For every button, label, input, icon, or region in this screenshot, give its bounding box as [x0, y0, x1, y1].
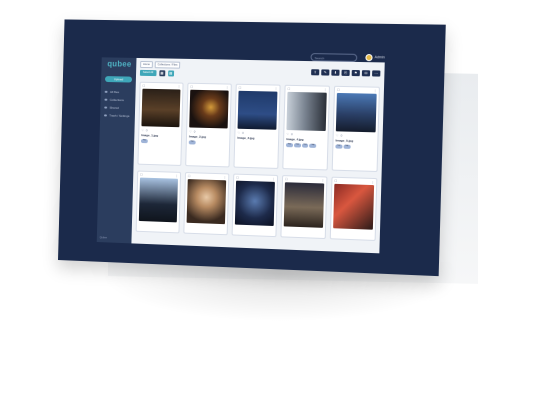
more-icon[interactable]: ⋯	[372, 70, 380, 76]
mail-icon[interactable]: ✉	[362, 70, 370, 76]
grid-view-icon[interactable]: ▦	[159, 70, 165, 76]
breadcrumb-item[interactable]: Collections / Files	[155, 61, 181, 68]
sidebar-item-label: Shared	[109, 106, 118, 110]
like-count: 0	[146, 128, 148, 132]
asset-card[interactable]: ☐ ⋮ ♡ 0 Image_4.jpg tag tag tag tag	[282, 85, 330, 171]
checkbox-icon[interactable]: ☐	[239, 86, 242, 90]
more-icon[interactable]: ⋮	[175, 174, 178, 178]
breadcrumb-item[interactable]: Home	[140, 61, 153, 68]
heart-icon[interactable]: ♡	[286, 132, 289, 136]
tag-list: tag	[139, 138, 181, 145]
like-count: 0	[291, 132, 293, 136]
asset-card[interactable]: ☐ ⋮ ♡ 0 Image_1.jpg tag	[137, 82, 183, 166]
more-icon[interactable]: ⋮	[321, 178, 324, 182]
sidebar-item-label: Collections	[110, 98, 124, 102]
sidebar-item-label: All files	[110, 90, 119, 94]
checkbox-icon[interactable]: ☐	[285, 177, 288, 181]
gear-icon	[104, 114, 106, 117]
tag-badge[interactable]: tag	[294, 143, 301, 147]
tag-badge[interactable]: tag	[335, 144, 342, 148]
heart-icon[interactable]: ♡	[237, 131, 240, 135]
like-count: 0	[340, 133, 342, 137]
asset-card[interactable]: ☐ ⋮	[136, 171, 181, 234]
checkbox-icon[interactable]: ☐	[334, 179, 337, 183]
heart-icon[interactable]: ♡	[336, 133, 339, 137]
asset-thumbnail[interactable]	[187, 179, 227, 224]
asset-thumbnail[interactable]	[333, 184, 374, 230]
asset-card[interactable]: ☐ ⋮	[330, 177, 378, 241]
asset-thumbnail[interactable]	[238, 91, 278, 130]
asset-thumbnail[interactable]	[139, 178, 178, 223]
checkbox-icon[interactable]: ☐	[142, 84, 145, 88]
heart-icon[interactable]: ♡	[189, 129, 192, 133]
checkbox-icon[interactable]: ☐	[140, 173, 143, 177]
asset-thumbnail[interactable]	[141, 89, 180, 128]
breadcrumb: Home Collections / Files	[140, 61, 180, 69]
device-frame: Search Admin qubee Upload All files Coll…	[58, 19, 446, 276]
list-view-icon[interactable]: ▤	[168, 70, 174, 76]
asset-thumbnail[interactable]	[235, 181, 275, 226]
folder-icon	[105, 91, 107, 94]
heart-icon[interactable]: ♡	[141, 128, 144, 132]
sidebar-nav: All files Collections Shared Trash / Set…	[104, 88, 134, 120]
like-count: 0	[242, 131, 244, 135]
upload-icon[interactable]: ⇪	[311, 69, 319, 75]
tag-badge[interactable]: tag	[343, 145, 350, 149]
select-all-button[interactable]: Select All	[140, 70, 156, 76]
asset-card[interactable]: ☐ ⋮	[232, 174, 279, 238]
asset-thumbnail[interactable]	[189, 90, 228, 129]
checkbox-icon[interactable]: ☐	[190, 85, 193, 89]
sidebar-item-settings[interactable]: Trash / Settings	[104, 111, 133, 120]
sidebar-footer: Qubee	[100, 236, 107, 239]
asset-thumbnail[interactable]	[284, 182, 325, 228]
asset-card[interactable]: ☐ ⋮ ♡ 0 Image_5.jpg tag tag	[332, 86, 380, 172]
checkbox-icon[interactable]: ☐	[188, 174, 191, 178]
more-icon[interactable]: ⋮	[374, 89, 377, 93]
asset-card[interactable]: ☐ ⋮	[280, 175, 327, 239]
file-name[interactable]: Image_3.jpg	[235, 135, 278, 142]
more-icon[interactable]: ⋮	[274, 87, 277, 91]
tag-badge[interactable]: tag	[286, 143, 293, 147]
tag-badge[interactable]: tag	[141, 139, 148, 143]
asset-thumbnail[interactable]	[336, 93, 377, 132]
tag-badge[interactable]: tag	[309, 144, 316, 148]
sidebar: qubee Upload All files Collections Share…	[97, 57, 137, 243]
checkbox-icon[interactable]: ☐	[236, 176, 239, 180]
tag-badge[interactable]: tag	[189, 140, 196, 144]
more-icon[interactable]: ⋮	[178, 84, 181, 88]
more-icon[interactable]: ⋮	[371, 180, 374, 184]
collection-icon	[104, 98, 106, 101]
more-icon[interactable]: ⋮	[272, 177, 275, 181]
more-icon[interactable]: ⋮	[324, 88, 327, 92]
asset-card[interactable]: ☐ ⋮ ♡ 0 Image_3.jpg	[233, 84, 280, 169]
edit-icon[interactable]: ✎	[321, 69, 329, 75]
checkbox-icon[interactable]: ☐	[337, 88, 340, 92]
app-logo[interactable]: qubee	[107, 59, 131, 68]
asset-thumbnail[interactable]	[286, 92, 326, 131]
download-icon[interactable]: ⬇	[331, 70, 339, 76]
asset-card[interactable]: ☐ ⋮ ♡ 0 Image_2.jpg tag	[185, 83, 232, 168]
main-content: Home Collections / Files Select All ▦ ▤ …	[133, 58, 384, 253]
more-icon[interactable]: ⋮	[226, 86, 229, 90]
asset-grid: ☐ ⋮ ♡ 0 Image_1.jpg tag ☐ ⋮ ♡ 0 Image_2.jpg tag ☐ ⋮ ♡ 0…	[136, 82, 382, 241]
product-mockup: Search Admin qubee Upload All files Coll…	[0, 0, 552, 414]
action-toolbar: ⇪ ✎ ⬇ ⎘ ⚑ ✉ ⋯	[311, 69, 380, 76]
upload-button[interactable]: Upload	[105, 76, 132, 82]
copy-icon[interactable]: ⎘	[341, 70, 349, 76]
flag-icon[interactable]: ⚑	[352, 70, 360, 76]
avatar[interactable]	[365, 54, 372, 61]
sidebar-item-label: Trash / Settings	[109, 114, 129, 118]
checkbox-icon[interactable]: ☐	[287, 87, 290, 91]
selection-toolbar: Select All ▦ ▤	[140, 70, 174, 77]
tag-badge[interactable]: tag	[302, 144, 309, 148]
share-icon	[104, 106, 106, 109]
tag-list: tag tag tag tag	[284, 142, 327, 149]
user-name[interactable]: Admin	[375, 55, 385, 59]
asset-card[interactable]: ☐ ⋮	[183, 172, 229, 235]
tag-list: tag tag	[333, 143, 377, 150]
more-icon[interactable]: ⋮	[223, 175, 226, 179]
tag-list: tag	[187, 139, 230, 146]
like-count: 0	[194, 130, 196, 134]
app-screen: qubee Upload All files Collections Share…	[97, 57, 385, 253]
